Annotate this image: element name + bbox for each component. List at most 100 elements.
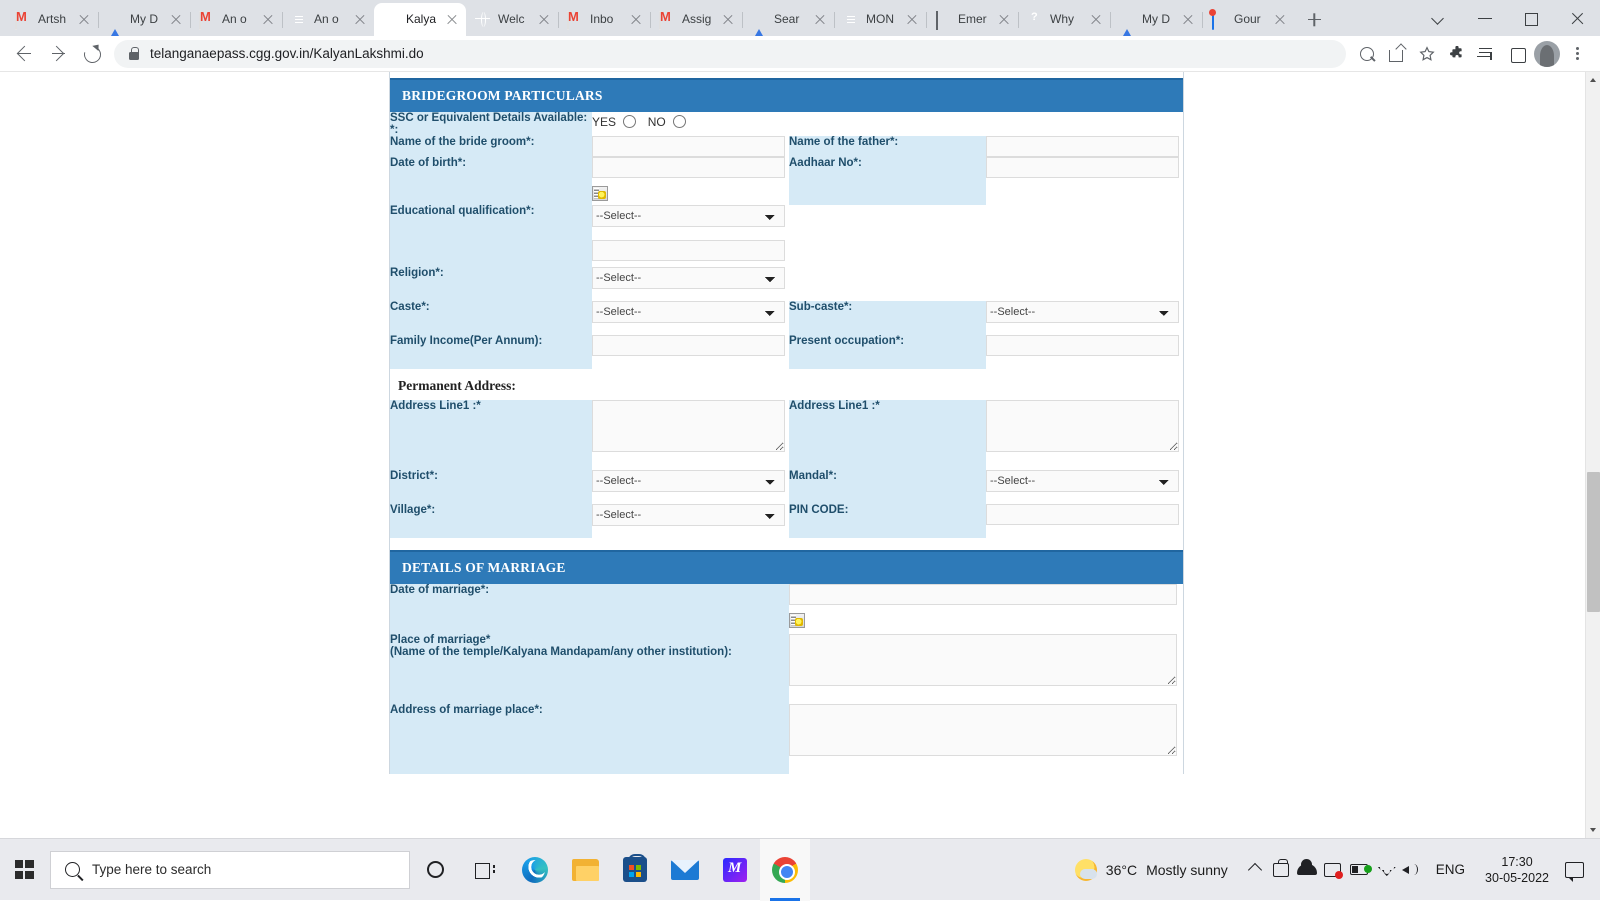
caste-select[interactable]: --Select-- [592,301,785,323]
back-icon[interactable] [8,38,40,70]
close-icon[interactable] [168,12,184,28]
chrome-button[interactable] [760,838,810,901]
side-panel-icon[interactable] [1502,39,1532,69]
edge-button[interactable] [510,839,560,901]
share-icon[interactable] [1382,39,1412,69]
minimize-button[interactable] [1462,2,1508,34]
family-income-input[interactable] [592,335,785,356]
close-icon[interactable] [996,12,1012,28]
father-name-input[interactable] [986,136,1179,157]
district-select[interactable]: --Select-- [592,470,785,492]
browser-tab-4-active[interactable]: Kalya [374,3,466,36]
mail-button[interactable] [660,839,710,901]
browser-toolbar: telanganaepass.cgg.gov.in/KalyanLakshmi.… [0,36,1600,72]
browser-tab-1[interactable]: My D [98,3,190,36]
sub-caste-select[interactable]: --Select-- [986,301,1179,323]
close-icon[interactable] [352,12,368,28]
close-window-button[interactable] [1554,2,1600,34]
close-icon[interactable] [904,12,920,28]
onedrive-button[interactable] [1294,839,1320,901]
file-explorer-button[interactable] [560,839,610,901]
page-scrollbar-vertical[interactable] [1585,72,1600,838]
close-icon[interactable] [536,12,552,28]
browser-tab-9[interactable]: MON [834,3,926,36]
ssc-no-radio[interactable] [673,115,687,129]
chrome-menu-icon[interactable] [1562,39,1592,69]
wifi-button[interactable] [1372,839,1398,901]
education-select[interactable]: --Select-- [592,205,785,227]
address-line1-left-textarea[interactable] [592,400,785,452]
browser-tab-5[interactable]: Welc [466,3,558,36]
close-icon[interactable] [812,12,828,28]
browser-tab-13[interactable]: Gour [1202,3,1294,36]
volume-button[interactable] [1398,839,1424,901]
place-of-marriage-textarea[interactable] [789,634,1177,686]
present-occupation-input[interactable] [986,335,1179,356]
forward-icon[interactable] [42,38,74,70]
browser-tab-8[interactable]: Sear [742,3,834,36]
dob-input[interactable] [592,157,785,178]
cast-button[interactable] [1268,839,1294,901]
close-icon[interactable] [720,12,736,28]
close-icon[interactable] [1088,12,1104,28]
pin-code-input[interactable] [986,504,1179,525]
address-of-marriage-place-textarea[interactable] [789,704,1177,756]
new-tab-button[interactable] [1300,5,1328,33]
reload-icon[interactable] [76,38,108,70]
village-select[interactable]: --Select-- [592,504,785,526]
zoom-out-icon[interactable] [1352,39,1382,69]
close-icon[interactable] [1272,12,1288,28]
browser-tab-2[interactable]: An o [190,3,282,36]
bookmark-star-icon[interactable] [1412,39,1442,69]
browser-tab-3[interactable]: An o [282,3,374,36]
label-sub-caste: Sub-caste*: [789,301,986,335]
browser-tab-10[interactable]: Emer [926,3,1018,36]
calendar-icon[interactable] [592,186,608,201]
ssc-yes-radio[interactable] [623,115,637,129]
address-bar[interactable]: telanganaepass.cgg.gov.in/KalyanLakshmi.… [114,39,1346,68]
movie-maker-button[interactable] [710,839,760,901]
browser-tab-7[interactable]: Assig [650,3,742,36]
start-button[interactable] [0,839,48,901]
show-hidden-icons-button[interactable] [1242,839,1268,901]
screen-capture-button[interactable] [1320,839,1346,901]
calendar-icon[interactable] [789,613,805,628]
browser-tab-6[interactable]: Inbo [558,3,650,36]
scroll-up-arrow-icon[interactable] [1586,72,1600,87]
extensions-icon[interactable] [1442,39,1472,69]
ssc-radio-group[interactable]: YES NO [592,112,1183,129]
tab-search-icon[interactable] [1416,2,1462,34]
scrollbar-thumb[interactable] [1587,472,1600,612]
browser-tab-11[interactable]: Why [1018,3,1110,36]
notification-icon[interactable] [1565,861,1584,882]
close-icon[interactable] [260,12,276,28]
browser-tab-12[interactable]: My D [1110,3,1202,36]
address-line1-right-textarea[interactable] [986,400,1179,452]
microsoft-store-button[interactable] [610,839,660,901]
browser-tab-0[interactable]: Artsh [6,3,98,36]
weather-widget[interactable]: 36°C Mostly sunny [1074,858,1228,881]
maximize-button[interactable] [1508,2,1554,34]
scroll-down-arrow-icon[interactable] [1586,823,1600,838]
close-icon[interactable] [76,12,92,28]
cortana-button[interactable] [410,839,460,901]
bride-groom-name-input[interactable] [592,136,785,157]
education-extra-input[interactable] [592,240,785,261]
close-icon[interactable] [1180,12,1196,28]
mandal-select[interactable]: --Select-- [986,470,1179,492]
task-view-button[interactable] [460,839,510,901]
tab-label: Kalya [406,12,437,26]
profile-avatar[interactable] [1534,40,1560,67]
taskbar-search-box[interactable]: Type here to search [50,850,410,889]
row-education: Educational qualification*: --Select-- [390,205,1183,267]
religion-select[interactable]: --Select-- [592,267,785,289]
date-of-marriage-input[interactable] [789,584,1177,605]
language-indicator[interactable]: ENG [1424,862,1477,877]
close-icon[interactable] [628,12,644,28]
close-icon[interactable] [444,12,460,28]
media-control-icon[interactable] [1472,39,1502,69]
clock[interactable]: 17:30 30-05-2022 [1477,854,1557,886]
gmail-icon [199,10,215,30]
aadhaar-input[interactable] [986,157,1179,178]
battery-button[interactable] [1346,839,1372,901]
